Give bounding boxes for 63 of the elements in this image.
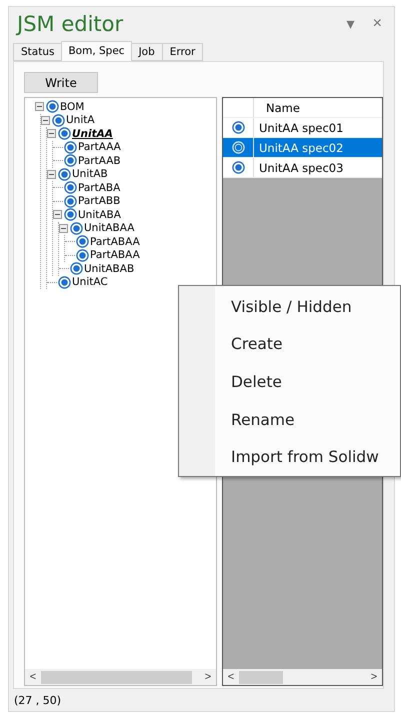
- tree-item[interactable]: PartABB: [78, 195, 120, 208]
- radio-icon: [70, 262, 83, 276]
- scroll-thumb[interactable]: [239, 670, 284, 684]
- tree-item[interactable]: PartABAA: [90, 236, 140, 248]
- radio-icon: [76, 248, 89, 262]
- write-button[interactable]: Write: [24, 72, 98, 93]
- radio-icon: [64, 208, 77, 222]
- close-button[interactable]: ×: [368, 15, 386, 33]
- menu-item[interactable]: Create: [179, 326, 400, 364]
- radio-icon: [64, 181, 77, 194]
- table-cell-text: UnitAA spec03: [258, 160, 344, 174]
- scroll-right-button[interactable]: >: [200, 671, 216, 683]
- table-cell-text: UnitAA spec02: [258, 140, 344, 154]
- tab[interactable]: Status: [13, 43, 62, 61]
- radio-icon: [232, 141, 244, 154]
- radio-icon: [46, 100, 59, 114]
- tree-item[interactable]: UnitABAB: [84, 262, 134, 275]
- tree-item[interactable]: UnitAA: [72, 128, 113, 140]
- menu-button[interactable]: ▾: [342, 14, 359, 34]
- grid-row[interactable]: UnitAA spec03: [223, 158, 382, 178]
- scroll-right-button[interactable]: >: [366, 671, 382, 683]
- menu-item[interactable]: Visible / Hidden: [179, 288, 400, 326]
- menu-item[interactable]: Rename: [179, 400, 400, 438]
- scroll-left-button[interactable]: <: [223, 671, 239, 683]
- menu-item[interactable]: Delete: [179, 363, 400, 401]
- radio-icon: [64, 154, 77, 168]
- tab[interactable]: Bom, Spec: [61, 41, 132, 61]
- tree-item[interactable]: UnitA: [66, 114, 95, 126]
- radio-icon: [76, 235, 89, 248]
- collapse-toggle[interactable]: [59, 224, 68, 233]
- tree-item[interactable]: UnitAC: [72, 276, 108, 288]
- radio-icon: [232, 161, 244, 174]
- radio-icon: [58, 168, 71, 181]
- radio-icon: [232, 121, 244, 134]
- collapse-toggle[interactable]: [41, 116, 50, 125]
- radio-icon: [70, 222, 83, 235]
- tab[interactable]: Error: [162, 43, 204, 61]
- radio-icon: [58, 276, 71, 289]
- radio-icon: [64, 140, 77, 154]
- grid-row[interactable]: UnitAA spec01: [223, 118, 382, 138]
- table-cell-text: UnitAA spec01: [258, 120, 344, 134]
- tree-item[interactable]: PartABA: [78, 182, 120, 194]
- menu-item[interactable]: Import from Solidw: [179, 438, 400, 476]
- tree-item[interactable]: UnitABAA: [84, 222, 134, 234]
- tree-item[interactable]: UnitAB: [72, 168, 108, 180]
- tree-item[interactable]: PartAAA: [78, 141, 121, 154]
- tab[interactable]: Job: [130, 43, 163, 61]
- radio-icon: [52, 114, 65, 127]
- scroll-left-button[interactable]: <: [25, 671, 41, 683]
- scroll-thumb[interactable]: [41, 670, 192, 684]
- tree-item[interactable]: BOM: [60, 100, 84, 113]
- tree-item[interactable]: PartAAB: [78, 154, 121, 167]
- cursor-coordinates: (27 , 50): [14, 694, 62, 706]
- tree-item[interactable]: UnitABA: [78, 208, 121, 221]
- collapse-toggle[interactable]: [35, 102, 44, 112]
- grid-row[interactable]: UnitAA spec02: [223, 138, 382, 158]
- tree-item[interactable]: PartABAA: [90, 249, 140, 262]
- window-title: JSM editor: [17, 12, 124, 36]
- radio-icon: [58, 127, 71, 140]
- collapse-toggle[interactable]: [47, 129, 56, 138]
- collapse-toggle[interactable]: [47, 170, 56, 179]
- radio-icon: [64, 194, 77, 208]
- collapse-toggle[interactable]: [53, 210, 62, 220]
